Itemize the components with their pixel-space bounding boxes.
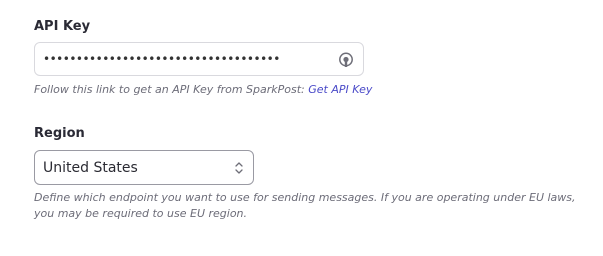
api-key-field[interactable]	[34, 42, 364, 76]
get-api-key-link[interactable]: Get API Key	[308, 83, 372, 96]
api-key-help-text: Follow this link to get an API Key from …	[34, 83, 309, 96]
region-selected-value: United States	[43, 160, 138, 176]
api-key-input[interactable]	[35, 43, 335, 75]
eye-reveal-icon[interactable]	[338, 52, 354, 68]
api-key-help: Follow this link to get an API Key from …	[34, 83, 372, 96]
region-help: Define which endpoint you want to use fo…	[34, 191, 576, 220]
region-select[interactable]: United States	[34, 150, 254, 185]
api-key-label: API Key	[34, 19, 91, 34]
region-label: Region	[34, 126, 85, 141]
up-down-chevron-icon	[235, 162, 243, 174]
